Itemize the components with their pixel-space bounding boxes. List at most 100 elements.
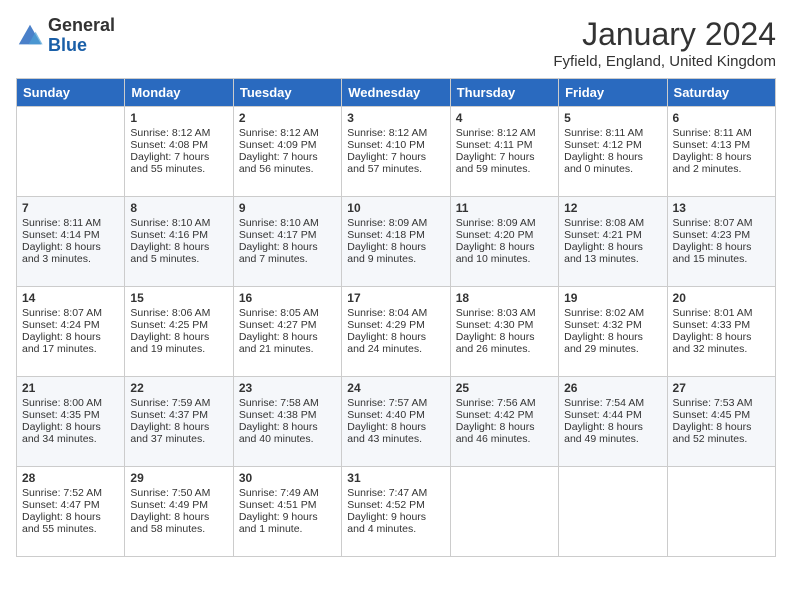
- sunrise-text: Sunrise: 8:12 AM: [239, 127, 319, 139]
- sunrise-text: Sunrise: 8:07 AM: [22, 307, 102, 319]
- day-number: 18: [456, 291, 553, 305]
- sunset-text: Sunset: 4:38 PM: [239, 409, 317, 421]
- calendar-week-row: 1 Sunrise: 8:12 AM Sunset: 4:08 PM Dayli…: [17, 107, 776, 197]
- calendar-cell: 17 Sunrise: 8:04 AM Sunset: 4:29 PM Dayl…: [342, 287, 450, 377]
- daylight-text: Daylight: 8 hours and 55 minutes.: [22, 511, 101, 535]
- day-number: 9: [239, 201, 336, 215]
- calendar-cell: [667, 467, 775, 557]
- calendar-cell: 5 Sunrise: 8:11 AM Sunset: 4:12 PM Dayli…: [559, 107, 667, 197]
- daylight-text: Daylight: 8 hours and 15 minutes.: [673, 241, 752, 265]
- calendar-week-row: 7 Sunrise: 8:11 AM Sunset: 4:14 PM Dayli…: [17, 197, 776, 287]
- sunset-text: Sunset: 4:11 PM: [456, 139, 533, 151]
- sunrise-text: Sunrise: 8:04 AM: [347, 307, 427, 319]
- day-number: 23: [239, 381, 336, 395]
- calendar-cell: 20 Sunrise: 8:01 AM Sunset: 4:33 PM Dayl…: [667, 287, 775, 377]
- sunset-text: Sunset: 4:10 PM: [347, 139, 425, 151]
- sunset-text: Sunset: 4:13 PM: [673, 139, 751, 151]
- calendar-cell: 19 Sunrise: 8:02 AM Sunset: 4:32 PM Dayl…: [559, 287, 667, 377]
- sunrise-text: Sunrise: 8:07 AM: [673, 217, 753, 229]
- calendar-title: January 2024: [553, 16, 776, 53]
- sunset-text: Sunset: 4:24 PM: [22, 319, 100, 331]
- day-number: 29: [130, 471, 227, 485]
- day-number: 16: [239, 291, 336, 305]
- sunset-text: Sunset: 4:21 PM: [564, 229, 642, 241]
- daylight-text: Daylight: 8 hours and 37 minutes.: [130, 421, 209, 445]
- daylight-text: Daylight: 7 hours and 56 minutes.: [239, 151, 318, 175]
- day-number: 6: [673, 111, 770, 125]
- day-number: 21: [22, 381, 119, 395]
- sunrise-text: Sunrise: 7:50 AM: [130, 487, 210, 499]
- sunset-text: Sunset: 4:18 PM: [347, 229, 425, 241]
- weekday-header: Monday: [125, 79, 233, 107]
- sunrise-text: Sunrise: 8:05 AM: [239, 307, 319, 319]
- daylight-text: Daylight: 8 hours and 34 minutes.: [22, 421, 101, 445]
- sunset-text: Sunset: 4:42 PM: [456, 409, 534, 421]
- daylight-text: Daylight: 8 hours and 13 minutes.: [564, 241, 643, 265]
- daylight-text: Daylight: 7 hours and 57 minutes.: [347, 151, 426, 175]
- sunrise-text: Sunrise: 7:54 AM: [564, 397, 644, 409]
- sunrise-text: Sunrise: 8:08 AM: [564, 217, 644, 229]
- sunrise-text: Sunrise: 8:09 AM: [347, 217, 427, 229]
- sunset-text: Sunset: 4:40 PM: [347, 409, 425, 421]
- sunset-text: Sunset: 4:20 PM: [456, 229, 534, 241]
- sunrise-text: Sunrise: 8:10 AM: [130, 217, 210, 229]
- calendar-week-row: 21 Sunrise: 8:00 AM Sunset: 4:35 PM Dayl…: [17, 377, 776, 467]
- daylight-text: Daylight: 8 hours and 32 minutes.: [673, 331, 752, 355]
- sunset-text: Sunset: 4:27 PM: [239, 319, 317, 331]
- daylight-text: Daylight: 8 hours and 7 minutes.: [239, 241, 318, 265]
- calendar-cell: 14 Sunrise: 8:07 AM Sunset: 4:24 PM Dayl…: [17, 287, 125, 377]
- calendar-cell: 31 Sunrise: 7:47 AM Sunset: 4:52 PM Dayl…: [342, 467, 450, 557]
- calendar-cell: [450, 467, 558, 557]
- sunset-text: Sunset: 4:51 PM: [239, 499, 317, 511]
- sunset-text: Sunset: 4:45 PM: [673, 409, 751, 421]
- sunrise-text: Sunrise: 8:03 AM: [456, 307, 536, 319]
- sunset-text: Sunset: 4:30 PM: [456, 319, 534, 331]
- sunrise-text: Sunrise: 8:10 AM: [239, 217, 319, 229]
- sunrise-text: Sunrise: 8:11 AM: [22, 217, 101, 229]
- day-number: 30: [239, 471, 336, 485]
- day-number: 20: [673, 291, 770, 305]
- daylight-text: Daylight: 8 hours and 58 minutes.: [130, 511, 209, 535]
- sunrise-text: Sunrise: 7:59 AM: [130, 397, 210, 409]
- sunset-text: Sunset: 4:49 PM: [130, 499, 208, 511]
- calendar-cell: 30 Sunrise: 7:49 AM Sunset: 4:51 PM Dayl…: [233, 467, 341, 557]
- daylight-text: Daylight: 8 hours and 3 minutes.: [22, 241, 101, 265]
- daylight-text: Daylight: 7 hours and 55 minutes.: [130, 151, 209, 175]
- weekday-header: Tuesday: [233, 79, 341, 107]
- sunrise-text: Sunrise: 8:12 AM: [130, 127, 210, 139]
- weekday-header: Thursday: [450, 79, 558, 107]
- day-number: 27: [673, 381, 770, 395]
- calendar-cell: 22 Sunrise: 7:59 AM Sunset: 4:37 PM Dayl…: [125, 377, 233, 467]
- day-number: 3: [347, 111, 444, 125]
- sunset-text: Sunset: 4:52 PM: [347, 499, 425, 511]
- calendar-cell: 26 Sunrise: 7:54 AM Sunset: 4:44 PM Dayl…: [559, 377, 667, 467]
- daylight-text: Daylight: 8 hours and 40 minutes.: [239, 421, 318, 445]
- sunset-text: Sunset: 4:44 PM: [564, 409, 642, 421]
- daylight-text: Daylight: 8 hours and 5 minutes.: [130, 241, 209, 265]
- day-number: 25: [456, 381, 553, 395]
- day-number: 19: [564, 291, 661, 305]
- daylight-text: Daylight: 8 hours and 21 minutes.: [239, 331, 318, 355]
- day-number: 11: [456, 201, 553, 215]
- day-number: 31: [347, 471, 444, 485]
- logo-icon: [16, 22, 44, 50]
- weekday-header: Sunday: [17, 79, 125, 107]
- daylight-text: Daylight: 9 hours and 4 minutes.: [347, 511, 426, 535]
- calendar-cell: [559, 467, 667, 557]
- title-area: January 2024 Fyfield, England, United Ki…: [553, 16, 776, 70]
- sunset-text: Sunset: 4:32 PM: [564, 319, 642, 331]
- sunrise-text: Sunrise: 8:11 AM: [673, 127, 752, 139]
- calendar-cell: 1 Sunrise: 8:12 AM Sunset: 4:08 PM Dayli…: [125, 107, 233, 197]
- sunrise-text: Sunrise: 7:52 AM: [22, 487, 102, 499]
- sunrise-text: Sunrise: 7:47 AM: [347, 487, 427, 499]
- sunset-text: Sunset: 4:29 PM: [347, 319, 425, 331]
- weekday-header: Friday: [559, 79, 667, 107]
- daylight-text: Daylight: 8 hours and 17 minutes.: [22, 331, 101, 355]
- calendar-cell: 15 Sunrise: 8:06 AM Sunset: 4:25 PM Dayl…: [125, 287, 233, 377]
- sunrise-text: Sunrise: 8:01 AM: [673, 307, 753, 319]
- calendar-cell: 7 Sunrise: 8:11 AM Sunset: 4:14 PM Dayli…: [17, 197, 125, 287]
- daylight-text: Daylight: 8 hours and 2 minutes.: [673, 151, 752, 175]
- sunrise-text: Sunrise: 7:49 AM: [239, 487, 319, 499]
- day-number: 12: [564, 201, 661, 215]
- sunrise-text: Sunrise: 8:12 AM: [347, 127, 427, 139]
